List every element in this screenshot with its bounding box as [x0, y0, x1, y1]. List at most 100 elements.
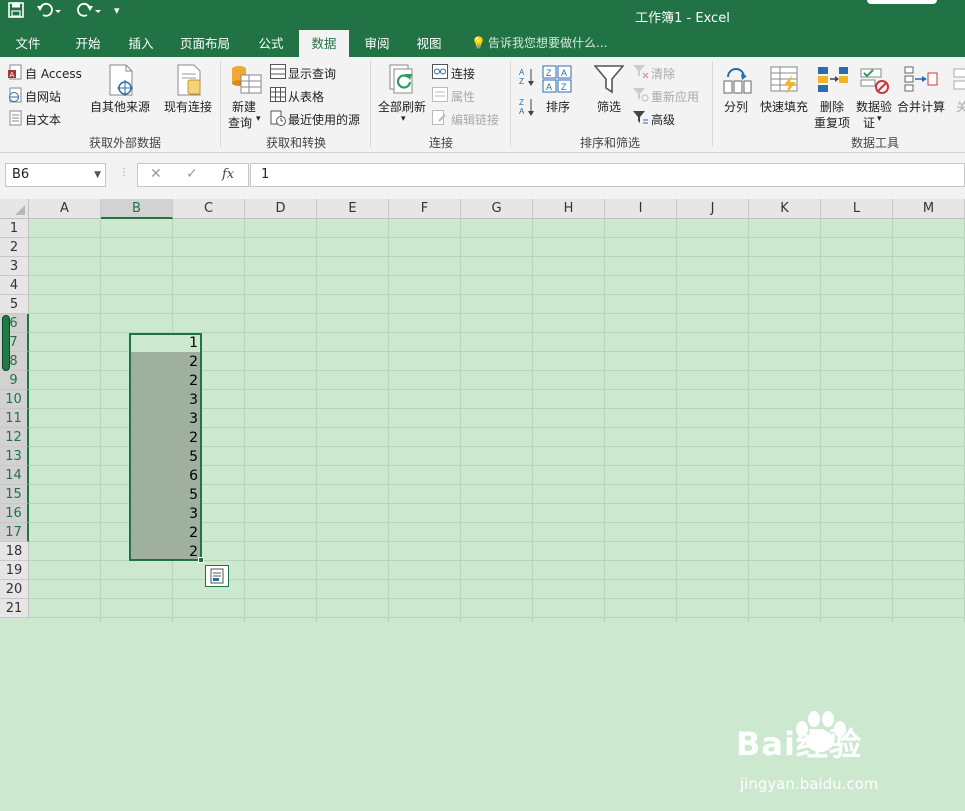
cancel-icon[interactable]: ✕ — [150, 166, 162, 182]
fill-handle[interactable] — [198, 557, 204, 563]
clear-icon — [633, 64, 649, 83]
tell-me-search[interactable]: 告诉我您想要做什么... — [488, 30, 607, 57]
title-bar: ▾ 工作簿1 - Excel — [0, 0, 965, 30]
row-header-14[interactable]: 14 — [0, 466, 29, 485]
consolidate-button[interactable]: 合并计算 — [897, 98, 945, 115]
row-header-13[interactable]: 13 — [0, 447, 29, 466]
row-header-12[interactable]: 12 — [0, 428, 29, 447]
tab-file[interactable]: 文件 — [6, 30, 50, 57]
column-header-e[interactable]: E — [317, 199, 389, 219]
tab-page-layout[interactable]: 页面布局 — [170, 30, 240, 57]
column-header-g[interactable]: G — [461, 199, 533, 219]
row-header-3[interactable]: 3 — [0, 257, 29, 276]
data-validation-button[interactable]: 数据验 — [856, 98, 892, 115]
from-other-sources-button[interactable]: 自其他来源 — [90, 98, 150, 115]
flash-fill-button[interactable]: 快速填充 — [760, 98, 808, 115]
new-query-button[interactable]: 新建 — [232, 98, 256, 115]
properties-button[interactable]: 属性 — [451, 88, 475, 105]
reapply-button[interactable]: 重新应用 — [651, 88, 699, 105]
row-header-15[interactable]: 15 — [0, 485, 29, 504]
from-text-button[interactable]: 自文本 — [25, 111, 61, 128]
refresh-all-button[interactable]: 全部刷新 — [378, 98, 426, 115]
from-table-button[interactable]: 从表格 — [288, 88, 324, 105]
connections-button[interactable]: 连接 — [451, 65, 475, 82]
quick-analysis-button[interactable] — [205, 565, 229, 587]
show-queries-button[interactable]: 显示查询 — [288, 65, 336, 82]
new-query-dropdown[interactable]: 查询 — [228, 114, 252, 131]
show-queries-icon — [270, 64, 286, 83]
sort-descending-icon[interactable]: ZA — [519, 97, 535, 121]
column-header-a[interactable]: A — [29, 199, 101, 219]
window-control[interactable] — [867, 0, 937, 4]
cell-value: 2 — [189, 525, 198, 541]
text-file-icon — [8, 110, 22, 130]
column-header-l[interactable]: L — [821, 199, 893, 219]
more-options-icon[interactable]: ⋮ — [119, 167, 129, 178]
recent-sources-button[interactable]: 最近使用的源 — [288, 111, 360, 128]
row-header-17[interactable]: 17 — [0, 523, 29, 542]
column-header-c[interactable]: C — [173, 199, 245, 219]
row-header-10[interactable]: 10 — [0, 390, 29, 409]
text-to-columns-button[interactable]: 分列 — [724, 98, 748, 115]
tab-formulas[interactable]: 公式 — [248, 30, 294, 57]
sort-ascending-icon[interactable]: AZ — [519, 67, 535, 91]
row-header-2[interactable]: 2 — [0, 238, 29, 257]
column-header-b[interactable]: B — [101, 199, 173, 219]
tab-home[interactable]: 开始 — [64, 30, 112, 57]
column-header-i[interactable]: I — [605, 199, 677, 219]
insert-function-icon[interactable]: fx — [222, 167, 234, 182]
connections-icon — [432, 64, 448, 83]
remove-duplicates-label[interactable]: 重复项 — [814, 114, 850, 131]
name-box-value: B6 — [12, 167, 30, 182]
tab-view[interactable]: 视图 — [406, 30, 452, 57]
filter-icon — [593, 64, 625, 98]
existing-connections-button[interactable]: 现有连接 — [164, 98, 212, 115]
remove-duplicates-icon — [817, 65, 849, 99]
name-box[interactable]: B6 ▼ — [5, 163, 106, 187]
tab-insert[interactable]: 插入 — [118, 30, 164, 57]
advanced-filter-icon — [633, 110, 649, 129]
column-header-f[interactable]: F — [389, 199, 461, 219]
formula-input[interactable]: 1 — [250, 163, 965, 187]
row-header-4[interactable]: 4 — [0, 276, 29, 295]
clear-button[interactable]: 清除 — [651, 65, 675, 82]
row-header-21[interactable]: 21 — [0, 599, 29, 618]
row-header-16[interactable]: 16 — [0, 504, 29, 523]
tab-data[interactable]: 数据 — [299, 30, 349, 57]
from-access-button[interactable]: 自 Access — [25, 65, 82, 82]
edit-links-button[interactable]: 编辑链接 — [451, 111, 499, 128]
row-resize-grip[interactable] — [2, 315, 10, 371]
selected-range[interactable]: 1 2 2 3 3 2 5 6 5 3 2 2 — [129, 333, 202, 561]
group-separator — [220, 61, 221, 147]
svg-text:Z: Z — [546, 68, 552, 78]
relationships-button[interactable]: 关 — [956, 98, 965, 115]
chevron-down-icon[interactable]: ▼ — [94, 164, 101, 186]
column-header-j[interactable]: J — [677, 199, 749, 219]
cell-area[interactable]: 1 2 2 3 3 2 5 6 5 3 2 2 — [29, 219, 965, 622]
sort-button[interactable]: 排序 — [546, 98, 570, 115]
cell-value: 5 — [189, 449, 198, 465]
row-header-9[interactable]: 9 — [0, 371, 29, 390]
watermark-brand: Bai经验 — [736, 725, 862, 763]
from-web-button[interactable]: 自网站 — [25, 88, 61, 105]
column-header-d[interactable]: D — [245, 199, 317, 219]
row-header-5[interactable]: 5 — [0, 295, 29, 314]
column-header-k[interactable]: K — [749, 199, 821, 219]
column-header-m[interactable]: M — [893, 199, 965, 219]
row-header-20[interactable]: 20 — [0, 580, 29, 599]
enter-icon[interactable]: ✓ — [186, 166, 198, 182]
advanced-button[interactable]: 高级 — [651, 111, 675, 128]
group-separator — [712, 61, 713, 147]
new-query-icon — [229, 63, 263, 101]
data-validation-icon — [860, 65, 890, 99]
select-all-corner[interactable] — [0, 199, 29, 219]
filter-button[interactable]: 筛选 — [597, 98, 621, 115]
row-header-18[interactable]: 18 — [0, 542, 29, 561]
column-header-h[interactable]: H — [533, 199, 605, 219]
row-header-1[interactable]: 1 — [0, 219, 29, 238]
tab-review[interactable]: 审阅 — [354, 30, 400, 57]
row-header-19[interactable]: 19 — [0, 561, 29, 580]
remove-duplicates-button[interactable]: 删除 — [820, 98, 844, 115]
data-validation-label[interactable]: 证 — [863, 114, 875, 131]
row-header-11[interactable]: 11 — [0, 409, 29, 428]
